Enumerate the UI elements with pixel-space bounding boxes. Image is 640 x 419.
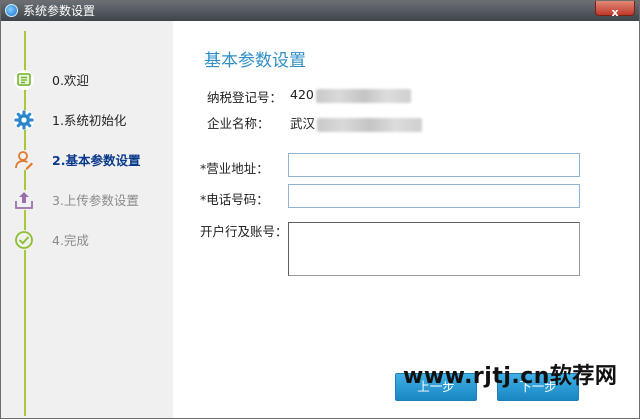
site-watermark: www.rjtj.cn软荐网 (403, 364, 618, 389)
address-label: *营业地址： (200, 161, 269, 176)
bank-account-textarea[interactable] (288, 222, 580, 276)
dialog-window: 系统参数设置 x 0.欢迎 1.系统初始化 2.基本参数设置 3.上传参数设置 … (0, 0, 640, 419)
user-edit-icon (14, 150, 34, 170)
step-label: 0.欢迎 (52, 73, 89, 88)
step-upload-params[interactable]: 3.上传参数设置 (13, 189, 173, 213)
gear-icon (14, 110, 34, 130)
tax-id-label: 纳税登记号： (207, 90, 283, 105)
step-label: 3.上传参数设置 (52, 193, 139, 208)
check-circle-icon (14, 230, 34, 250)
step-label: 1.系统初始化 (52, 113, 127, 128)
welcome-icon (14, 70, 34, 90)
step-sidebar: 0.欢迎 1.系统初始化 2.基本参数设置 3.上传参数设置 4.完成 (1, 21, 173, 418)
company-name-value: 武汉 (290, 113, 423, 132)
phone-input[interactable] (288, 184, 580, 208)
redacted-tax-id (315, 88, 411, 103)
page-title: 基本参数设置 (204, 51, 306, 71)
step-basic-params[interactable]: 2.基本参数设置 (13, 149, 173, 173)
window-title: 系统参数设置 (23, 4, 96, 18)
step-label: 4.完成 (52, 233, 89, 248)
bank-account-label: 开户行及账号： (200, 224, 288, 239)
step-label: 2.基本参数设置 (52, 153, 141, 168)
company-visible-prefix: 武汉 (290, 116, 316, 131)
tax-id-visible-prefix: 420 (290, 87, 314, 102)
redacted-company-name (317, 117, 423, 132)
tax-id-value: 420 (290, 87, 411, 103)
app-icon (5, 4, 18, 17)
close-icon: x (611, 6, 619, 19)
close-button[interactable]: x (595, 1, 635, 19)
step-finish[interactable]: 4.完成 (13, 229, 173, 253)
step-welcome[interactable]: 0.欢迎 (13, 69, 173, 93)
title-bar: 系统参数设置 x (1, 1, 639, 21)
step-system-init[interactable]: 1.系统初始化 (13, 109, 173, 133)
company-name-label: 企业名称： (207, 116, 270, 131)
upload-icon (14, 190, 34, 210)
phone-label: *电话号码： (200, 192, 269, 207)
address-input[interactable] (288, 153, 580, 177)
